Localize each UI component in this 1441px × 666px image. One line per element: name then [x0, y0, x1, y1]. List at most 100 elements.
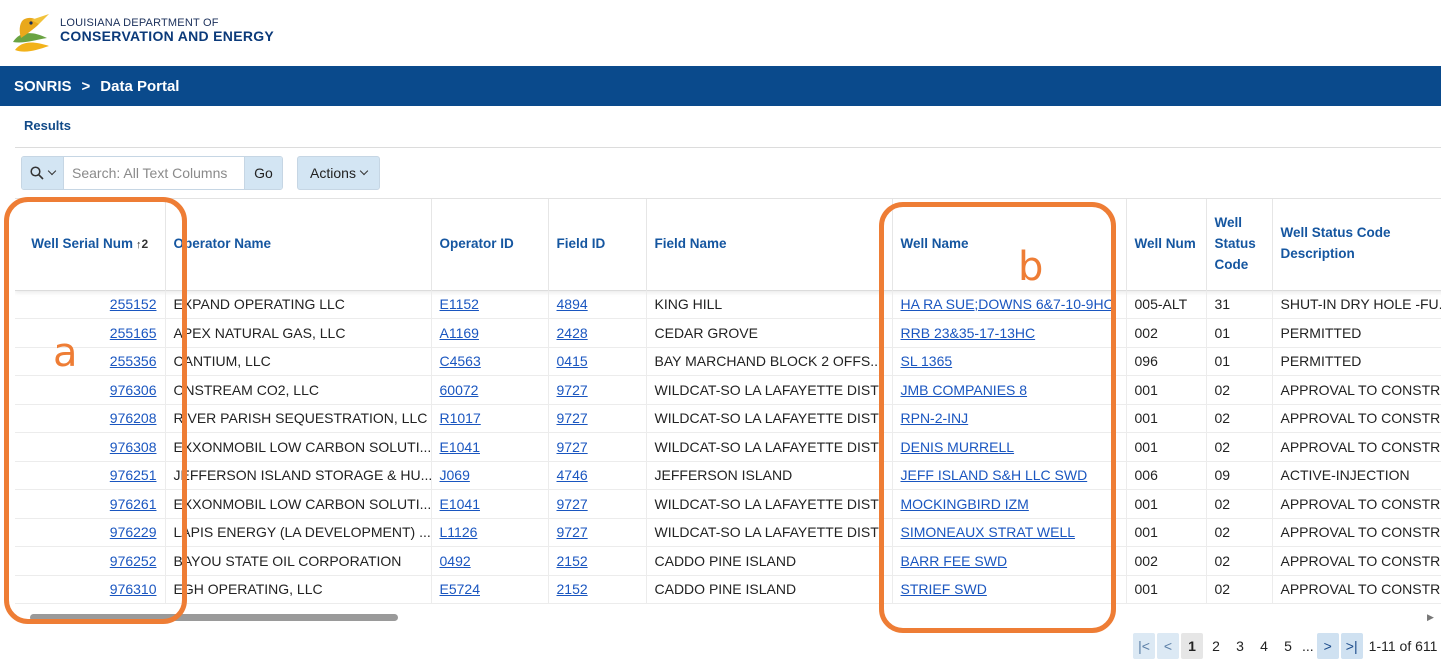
well-serial-num-link[interactable]: 976261 — [110, 496, 157, 512]
column-header-field-name[interactable]: Field Name — [646, 199, 893, 290]
cell-operator-id: E1152 — [431, 290, 549, 319]
field-id-link[interactable]: 2152 — [557, 581, 588, 597]
search-column-menu-button[interactable] — [22, 157, 64, 189]
field-id-link[interactable]: 9727 — [557, 439, 588, 455]
field-id-link[interactable]: 2152 — [557, 553, 588, 569]
field-id-link[interactable]: 9727 — [557, 410, 588, 426]
well-serial-num-link[interactable]: 255165 — [110, 325, 157, 341]
page-4-button[interactable]: 4 — [1253, 633, 1275, 659]
cell-field-id: 0415 — [548, 347, 647, 376]
column-header-well-status-description[interactable]: Well Status Code Description — [1272, 199, 1441, 290]
page-5-button[interactable]: 5 — [1277, 633, 1299, 659]
cell-field-name: WILDCAT-SO LA LAFAYETTE DIST — [646, 432, 893, 462]
cell-well-serial-num: 976310 — [15, 575, 166, 604]
last-page-button[interactable]: >| — [1340, 633, 1363, 659]
well-name-link[interactable]: STRIEF SWD — [901, 581, 987, 597]
operator-id-link[interactable]: A1169 — [440, 325, 479, 341]
cell-well-num: 002 — [1126, 318, 1207, 348]
cell-operator-name: EXXONMOBIL LOW CARBON SOLUTI... — [165, 432, 432, 462]
operator-id-link[interactable]: L1126 — [440, 524, 478, 540]
table-row: 976252 BAYOU STATE OIL CORPORATION 0492 215… — [15, 546, 1441, 576]
cell-well-num: 001 — [1126, 375, 1207, 405]
page-3-button[interactable]: 3 — [1229, 633, 1251, 659]
field-id-link[interactable]: 0415 — [557, 353, 588, 369]
search-input[interactable] — [64, 157, 244, 189]
well-serial-num-link[interactable]: 976310 — [110, 581, 157, 597]
well-name-link[interactable]: BARR FEE SWD — [901, 553, 1008, 569]
operator-id-link[interactable]: E5724 — [440, 581, 480, 597]
column-header-field-id[interactable]: Field ID — [548, 199, 647, 290]
well-name-link[interactable]: DENIS MURRELL — [901, 439, 1015, 455]
well-name-link[interactable]: SIMONEAUX STRAT WELL — [901, 524, 1076, 540]
column-header-well-status-code[interactable]: Well Status Code — [1206, 199, 1273, 290]
annotation-label-a: a — [53, 330, 78, 376]
column-header-operator-name[interactable]: Operator Name — [165, 199, 432, 290]
field-id-link[interactable]: 9727 — [557, 382, 588, 398]
well-name-link[interactable]: JMB COMPANIES 8 — [901, 382, 1028, 398]
chevron-down-icon — [47, 166, 57, 176]
cell-well-num: 096 — [1126, 347, 1207, 376]
well-name-link[interactable]: JEFF ISLAND S&H LLC SWD — [901, 467, 1088, 483]
table-row: 976251 JEFFERSON ISLAND STORAGE & HU... J0… — [15, 461, 1441, 490]
well-serial-num-link[interactable]: 976251 — [110, 467, 157, 483]
well-serial-num-link[interactable]: 976252 — [110, 553, 157, 569]
cell-well-status-code: 02 — [1206, 375, 1273, 405]
operator-id-link[interactable]: E1041 — [440, 496, 480, 512]
well-serial-num-link[interactable]: 976208 — [110, 410, 157, 426]
well-name-link[interactable]: RPN-2-INJ — [901, 410, 969, 426]
cell-field-id: 9727 — [548, 432, 647, 462]
well-serial-num-link[interactable]: 976229 — [110, 524, 157, 540]
column-header-well-name[interactable]: Well Name — [892, 199, 1127, 290]
well-serial-num-link[interactable]: 976306 — [110, 382, 157, 398]
column-header-well-serial-num[interactable]: Well Serial Num ↑2 — [15, 199, 166, 290]
cell-well-name: STRIEF SWD — [892, 575, 1127, 604]
operator-id-link[interactable]: J069 — [440, 467, 470, 483]
well-serial-num-link[interactable]: 255152 — [110, 296, 157, 312]
well-name-link[interactable]: MOCKINGBIRD IZM — [901, 496, 1029, 512]
previous-page-button[interactable]: < — [1157, 633, 1179, 659]
cell-well-num: 001 — [1126, 404, 1207, 433]
search-icon — [30, 166, 44, 180]
cell-well-status-description: PERMITTED — [1272, 318, 1441, 348]
breadcrumb-sonris-link[interactable]: SONRIS — [14, 78, 72, 95]
operator-id-link[interactable]: C4563 — [440, 353, 481, 369]
cell-field-name: WILDCAT-SO LA LAFAYETTE DIST — [646, 375, 893, 405]
scroll-right-arrow-icon[interactable]: ▶ — [1427, 612, 1434, 623]
page-1-button[interactable]: 1 — [1181, 633, 1203, 659]
horizontal-scrollbar[interactable] — [30, 614, 398, 621]
well-serial-num-link[interactable]: 255356 — [110, 353, 157, 369]
table-row: 976261 EXXONMOBIL LOW CARBON SOLUTI... E10… — [15, 489, 1441, 519]
table-row: 976229 LAPIS ENERGY (LA DEVELOPMENT) ... L… — [15, 518, 1441, 547]
field-id-link[interactable]: 4746 — [557, 467, 588, 483]
next-page-button[interactable]: > — [1316, 633, 1339, 659]
operator-id-link[interactable]: E1152 — [440, 296, 479, 312]
well-name-link[interactable]: RRB 23&35-17-13HC — [901, 325, 1036, 341]
operator-id-link[interactable]: 0492 — [440, 553, 471, 569]
first-page-button[interactable]: |< — [1133, 633, 1155, 659]
table-row: 976208 RIVER PARISH SEQUESTRATION, LLC R10… — [15, 404, 1441, 433]
breadcrumb-data-portal: Data Portal — [100, 77, 180, 95]
operator-id-link[interactable]: R1017 — [440, 410, 481, 426]
page-2-button[interactable]: 2 — [1205, 633, 1227, 659]
field-id-link[interactable]: 9727 — [557, 496, 588, 512]
column-header-well-num[interactable]: Well Num — [1126, 199, 1207, 290]
field-id-link[interactable]: 4894 — [557, 296, 588, 312]
well-name-link[interactable]: HA RA SUE;DOWNS 6&7-10-9HC — [901, 296, 1114, 312]
cell-well-status-description: APPROVAL TO CONSTR... — [1272, 432, 1441, 462]
operator-id-link[interactable]: E1041 — [440, 439, 480, 455]
cell-well-status-code: 01 — [1206, 347, 1273, 376]
cell-well-status-description: APPROVAL TO CONSTR... — [1272, 375, 1441, 405]
actions-menu-button[interactable]: Actions — [297, 156, 380, 190]
cell-field-name: WILDCAT-SO LA LAFAYETTE DIST — [646, 489, 893, 519]
cell-well-num: 001 — [1126, 432, 1207, 462]
well-serial-num-link[interactable]: 976308 — [110, 439, 157, 455]
operator-id-link[interactable]: 60072 — [440, 382, 479, 398]
well-name-link[interactable]: SL 1365 — [901, 353, 953, 369]
cell-well-name: DENIS MURRELL — [892, 432, 1127, 462]
cell-well-status-code: 02 — [1206, 518, 1273, 547]
field-id-link[interactable]: 2428 — [557, 325, 588, 341]
cell-operator-id: E1041 — [431, 489, 549, 519]
field-id-link[interactable]: 9727 — [557, 524, 588, 540]
column-header-operator-id[interactable]: Operator ID — [431, 199, 549, 290]
go-button[interactable]: Go — [244, 157, 282, 189]
